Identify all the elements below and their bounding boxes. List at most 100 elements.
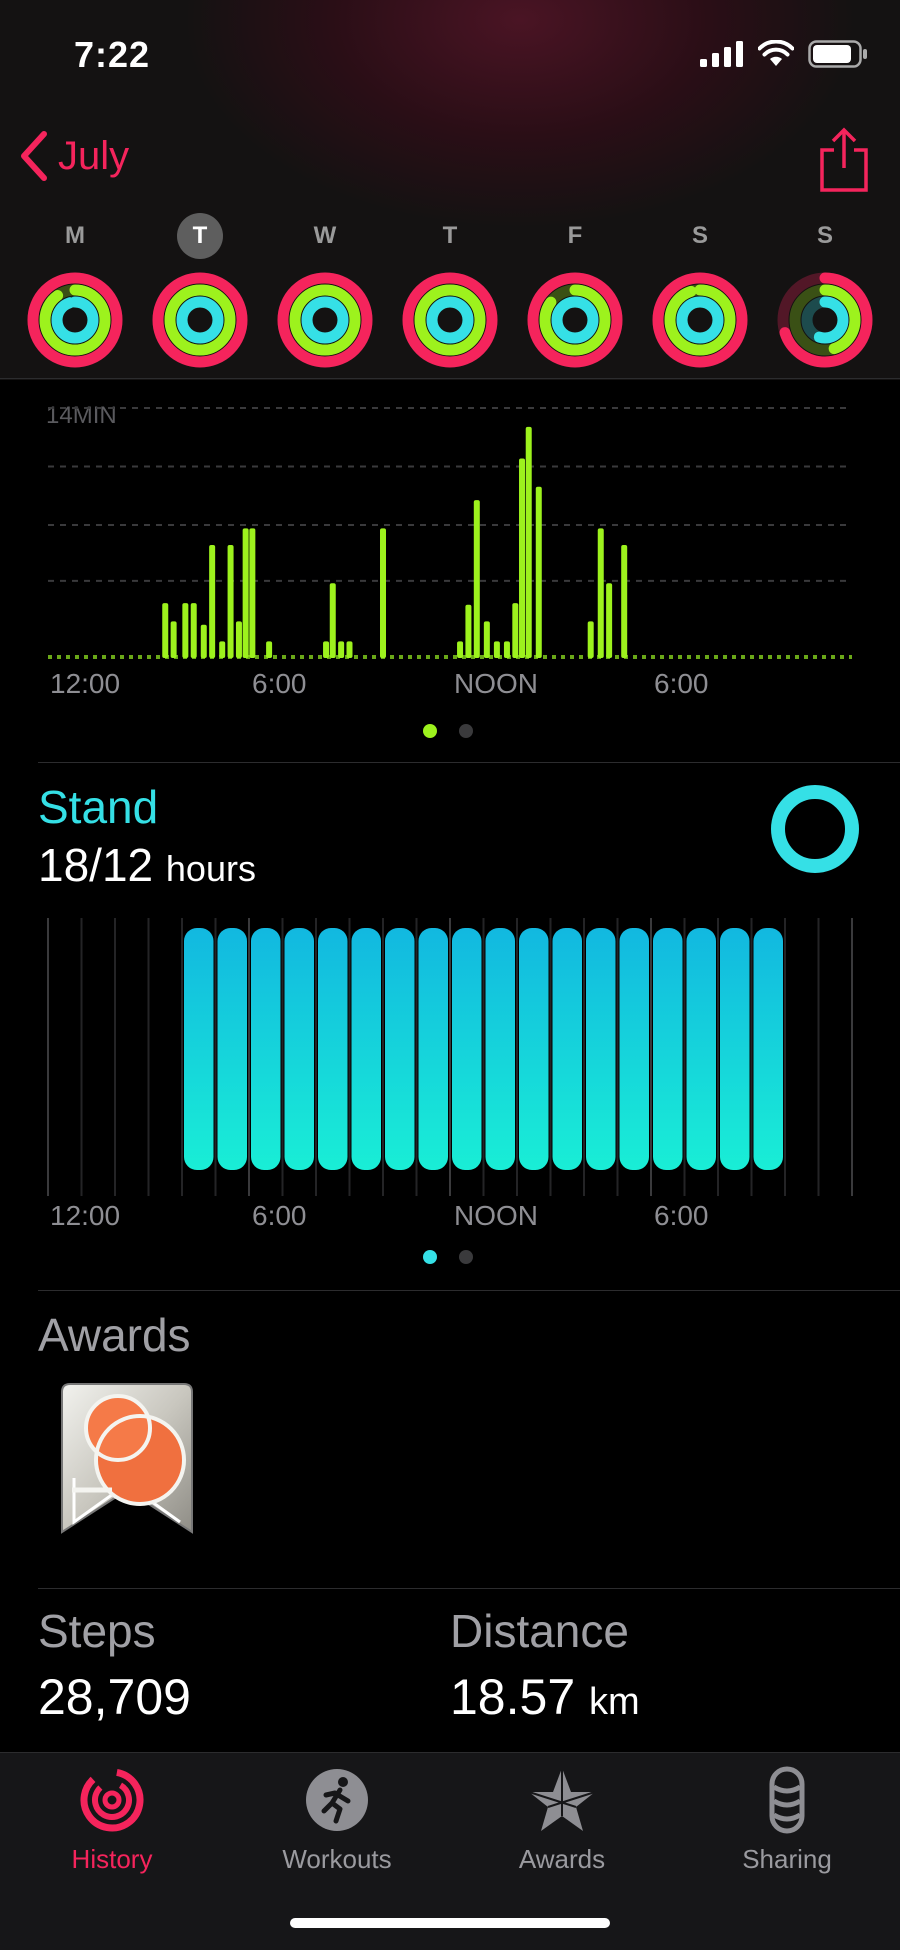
stand-x-label-1: 6:00 [252,1200,307,1231]
divider [0,378,900,379]
day-6[interactable]: S [770,212,880,370]
activity-rings-icon [152,272,248,368]
exercise-x-label-0: 12:00 [50,668,121,699]
stand-x-label-2: NOON [454,1200,538,1231]
exercise-bar [329,583,336,658]
stand-hour-bar [586,928,616,1170]
tab-sharing[interactable]: Sharing [687,1765,887,1875]
stand-hour-bar [418,928,448,1170]
day-letter: S [691,222,708,249]
exercise-bar [483,621,490,658]
tab-workouts-label: Workouts [282,1844,392,1874]
exercise-bar [323,641,330,658]
back-button[interactable]: July [18,130,129,182]
steps-value: 28,709 [38,1669,191,1725]
stand-hour-bar [351,928,381,1170]
exercise-x-label-1: 6:00 [252,668,307,699]
exercise-bar [200,624,207,658]
exercise-bar [587,621,594,658]
stand-value: 18/12 hours [38,838,256,892]
exercise-bar [512,603,519,658]
exercise-bar [473,500,480,658]
stand-chart-svg [47,918,853,1196]
stand-hour-bar [519,928,549,1170]
page-dot [459,1250,473,1264]
page-dot [459,724,473,738]
stand-title: Stand [38,781,159,833]
day-letter: T [145,212,255,260]
stand-hour-bar [284,928,314,1170]
stand-x-label-0: 12:00 [50,1200,121,1231]
day-0[interactable]: M [20,212,130,370]
exercise-bar [525,426,532,658]
activity-rings-icon [652,272,748,368]
day-4[interactable]: F [520,212,630,370]
activity-rings-icon [527,272,623,368]
exercise-bar [493,641,500,658]
status-bar: 7:22 [0,0,900,110]
distance-title: Distance [450,1605,629,1657]
share-icon [820,127,868,192]
exercise-bar [235,621,242,658]
stand-hour-bar [485,928,515,1170]
exercise-bar [227,544,234,658]
stand-page-indicator[interactable] [423,1250,473,1264]
page-dot-active [423,1250,437,1264]
chevron-left-icon [21,131,47,181]
distance-number: 18.57 [450,1669,576,1725]
exercise-bar [621,544,628,658]
divider [38,1588,900,1589]
distance-unit: km [589,1681,640,1723]
exercise-page-indicator[interactable] [423,724,473,738]
stand-hour-bar [686,928,716,1170]
day-2[interactable]: W [270,212,380,370]
exercise-bar [162,603,169,658]
activity-rings-icon [27,272,123,368]
home-indicator [290,1918,610,1928]
tab-sharing-label: Sharing [742,1844,832,1874]
exercise-x-label-2: NOON [454,668,538,699]
stand-hour-bar [720,928,750,1170]
stand-hour-bar [318,928,348,1170]
tab-history[interactable]: History [12,1765,212,1875]
exercise-bar [266,641,273,658]
tab-workouts[interactable]: Workouts [237,1765,437,1875]
distance-value: 18.57 km [450,1668,640,1726]
award-badge[interactable] [52,1382,202,1549]
week-strip: MTWTFSS [0,212,900,372]
day-5[interactable]: S [645,212,755,370]
awards-icon [528,1768,596,1831]
stand-unit: hours [165,848,256,889]
share-button[interactable] [818,126,870,199]
back-label: July [58,133,130,178]
stand-x-label-3: 6:00 [654,1200,709,1231]
status-icons [700,40,868,68]
sharing-icon [769,1766,805,1834]
stand-ring-icon [770,784,860,879]
tab-awards[interactable]: Awards [462,1765,662,1875]
exercise-bar [457,641,464,658]
stand-hour-bar [217,928,247,1170]
day-1[interactable]: T [145,212,255,370]
exercise-bar [606,583,613,658]
history-icon [80,1768,144,1832]
exercise-bar [535,486,542,658]
exercise-bar [182,603,189,658]
stand-hour-bar [653,928,683,1170]
wifi-icon [758,40,794,66]
day-letter: S [816,222,833,249]
day-3[interactable]: T [395,212,505,370]
divider [38,762,900,763]
battery-icon [808,40,867,68]
tab-history-label: History [71,1844,153,1874]
exercise-bar [380,528,386,658]
workouts-icon [306,1769,368,1831]
day-letter: W [313,222,337,249]
exercise-bar [219,641,226,658]
navigation-bar: July [0,120,900,200]
status-time: 7:22 [74,34,151,75]
stand-count: 18/12 [38,839,154,891]
stand-hour-bar [184,928,214,1170]
award-medal-icon [61,1383,193,1534]
exercise-bar [242,528,249,658]
